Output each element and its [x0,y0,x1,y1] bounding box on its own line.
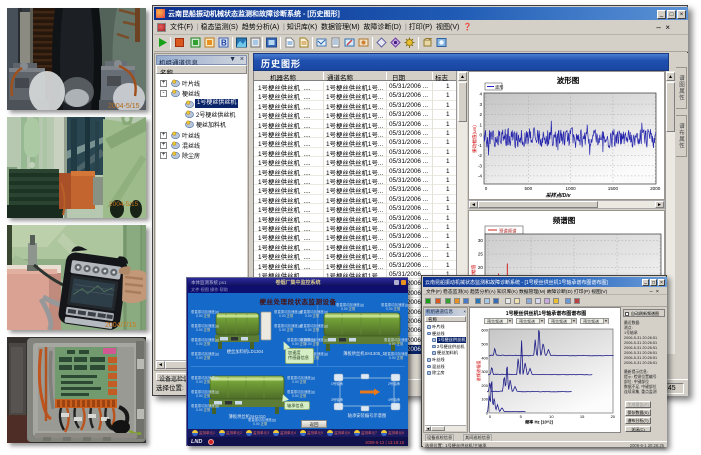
svg-text:2004/7/15: 2004/7/15 [105,322,136,329]
svg-text:B: B [221,39,227,48]
svg-text:3号轴承: 3号轴承 [331,397,344,402]
svg-text:-3: -3 [478,163,483,168]
svg-text:1000: 1000 [565,186,576,191]
svg-text:1号轴承: 1号轴承 [331,381,344,386]
svg-text:500: 500 [481,342,488,347]
svg-text:0: 0 [485,186,488,191]
svg-text:-1: -1 [478,143,483,148]
svg-text:频率 Hz (10^2): 频率 Hz (10^2) [525,419,554,426]
svg-text:-4: -4 [478,174,483,179]
svg-text:3: 3 [479,102,482,107]
svg-text:500: 500 [524,186,532,191]
svg-text:0: 0 [489,414,492,419]
svg-text:15: 15 [580,414,585,419]
svg-text:振动幅值(um): 振动幅值(um) [471,125,478,153]
svg-text:400: 400 [481,355,488,360]
svg-text:预谱频谱: 预谱频谱 [499,228,517,235]
svg-text:1500: 1500 [608,186,619,191]
svg-text:20: 20 [611,414,616,419]
svg-text:25: 25 [478,252,484,257]
svg-text:2号轴承: 2号轴承 [388,381,401,386]
svg-text:谱频谱幅值: 谱频谱幅值 [475,361,482,382]
svg-text:20: 20 [478,265,484,270]
svg-text:600: 600 [481,328,488,333]
svg-text:2: 2 [479,112,482,117]
svg-text:2004-5/15: 2004-5/15 [109,201,139,208]
svg-text:2000: 2000 [650,186,661,191]
svg-text:波形: 波形 [495,84,504,91]
svg-text:采样点/Div: 采样点/Div [545,192,571,199]
svg-text:2004-5/15: 2004-5/15 [108,103,140,110]
svg-text:4号轴承: 4号轴承 [388,397,401,402]
svg-text:0: 0 [479,133,482,138]
svg-text:200: 200 [481,383,488,388]
svg-text:波形图: 波形图 [557,75,580,85]
svg-text:-2: -2 [478,153,483,158]
svg-text:4: 4 [479,92,482,97]
svg-text:频谱图: 频谱图 [553,215,576,225]
svg-text:100: 100 [481,397,488,402]
svg-text:10: 10 [549,414,554,419]
svg-text:30: 30 [478,238,484,243]
svg-text:5: 5 [520,414,523,419]
svg-text:300: 300 [481,369,488,374]
svg-text:1: 1 [479,122,482,127]
